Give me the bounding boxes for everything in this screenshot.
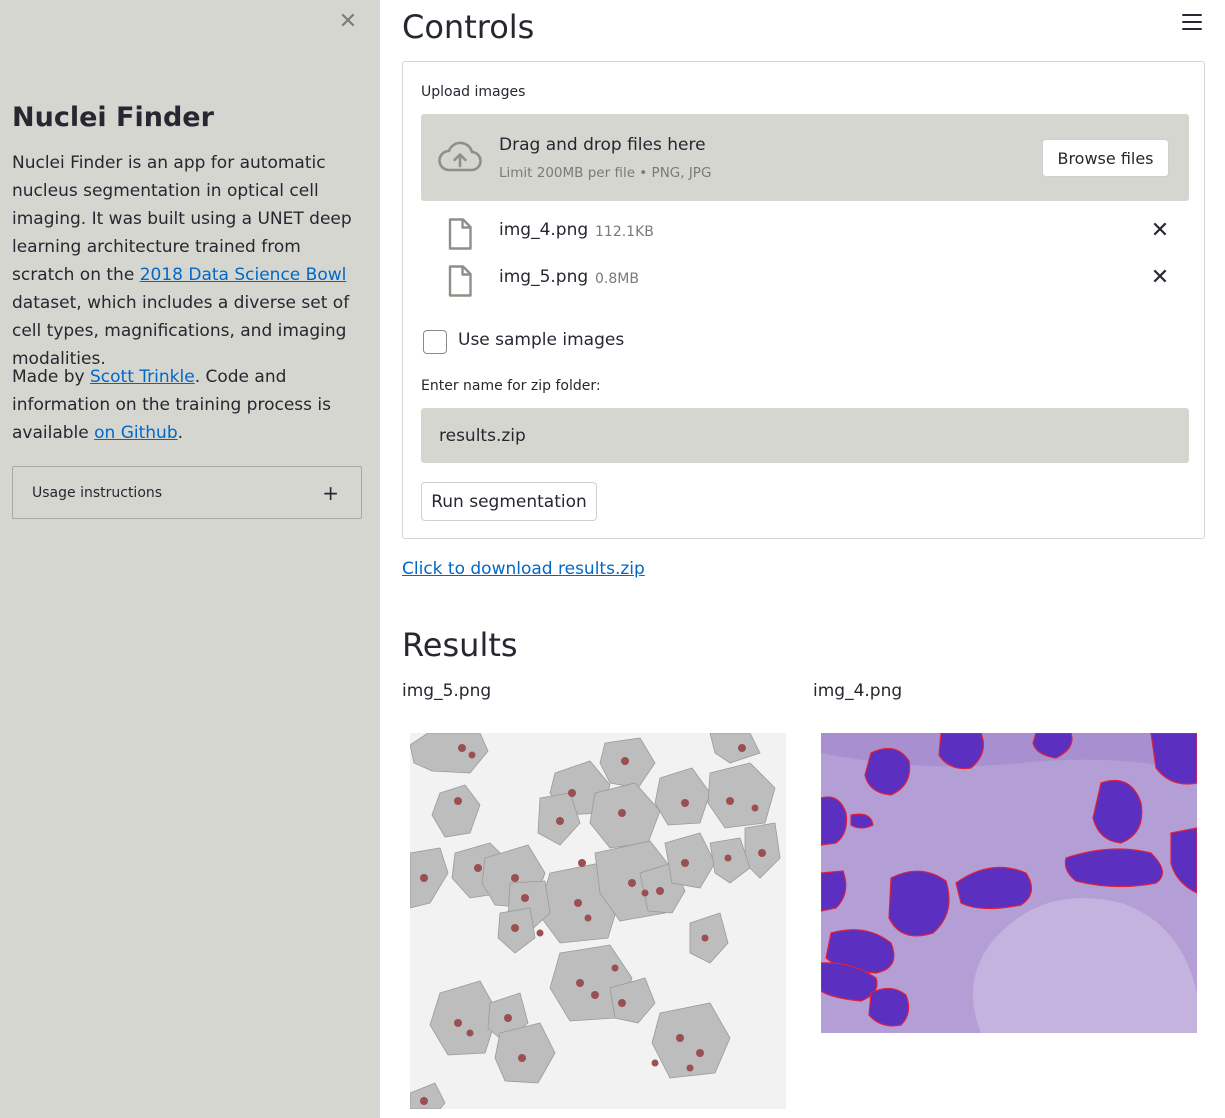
github-link[interactable]: on Github (94, 423, 177, 443)
file-name: img_5.png (499, 267, 589, 287)
usage-instructions-expander[interactable]: Usage instructions + (12, 466, 362, 519)
file-name: img_4.png (499, 220, 589, 240)
zip-name-label: Enter name for zip folder: (421, 378, 601, 394)
description-text-2: dataset, which includes a diverse set of… (12, 293, 350, 369)
dropzone-title: Drag and drop files here (499, 135, 706, 155)
upload-label: Upload images (421, 84, 526, 100)
result-image-stained-cells (821, 733, 1197, 1033)
credit-text-3: . (177, 423, 184, 443)
download-results-link[interactable]: Click to download results.zip (402, 559, 645, 579)
result-image-grayscale-cells (410, 733, 786, 1109)
results-heading: Results (402, 626, 518, 664)
result-caption: img_5.png (402, 681, 492, 701)
zip-name-input[interactable] (421, 408, 1189, 463)
hamburger-line (1182, 28, 1202, 30)
hamburger-menu-icon[interactable] (1182, 14, 1202, 32)
sample-images-label: Use sample images (458, 330, 625, 350)
file-dropzone[interactable]: Drag and drop files here Limit 200MB per… (421, 114, 1189, 201)
expander-label: Usage instructions (32, 484, 163, 501)
sidebar: ✕ Nuclei Finder Nuclei Finder is an app … (0, 0, 380, 1118)
result-caption: img_4.png (813, 681, 903, 701)
cloud-upload-icon (438, 141, 482, 172)
data-science-bowl-link[interactable]: 2018 Data Science Bowl (140, 265, 347, 285)
hamburger-line (1182, 14, 1202, 16)
plus-icon: + (322, 480, 339, 505)
controls-heading: Controls (402, 8, 535, 46)
file-size: 112.1KB (595, 224, 654, 240)
author-link[interactable]: Scott Trinkle (90, 367, 195, 387)
close-sidebar-icon[interactable]: ✕ (336, 10, 360, 34)
remove-file-icon[interactable]: ✕ (1147, 218, 1173, 244)
run-segmentation-button[interactable]: Run segmentation (421, 482, 597, 521)
file-icon (448, 218, 472, 250)
hamburger-line (1182, 21, 1202, 23)
file-icon (448, 265, 472, 297)
credit-text: Made by (12, 367, 90, 387)
file-size: 0.8MB (595, 271, 639, 287)
dropzone-limit: Limit 200MB per file • PNG, JPG (499, 165, 712, 181)
remove-file-icon[interactable]: ✕ (1147, 265, 1173, 291)
sample-images-checkbox[interactable] (423, 330, 447, 354)
uploaded-file-row: img_4.png 112.1KB ✕ (421, 216, 1189, 256)
browse-files-button[interactable]: Browse files (1042, 139, 1169, 177)
controls-form: Upload images Drag and drop files here L… (402, 61, 1205, 539)
credits: Made by Scott Trinkle. Code and informat… (12, 363, 362, 447)
app-title: Nuclei Finder (12, 102, 214, 133)
uploaded-file-row: img_5.png 0.8MB ✕ (421, 263, 1189, 303)
app-description: Nuclei Finder is an app for automatic nu… (12, 149, 362, 373)
